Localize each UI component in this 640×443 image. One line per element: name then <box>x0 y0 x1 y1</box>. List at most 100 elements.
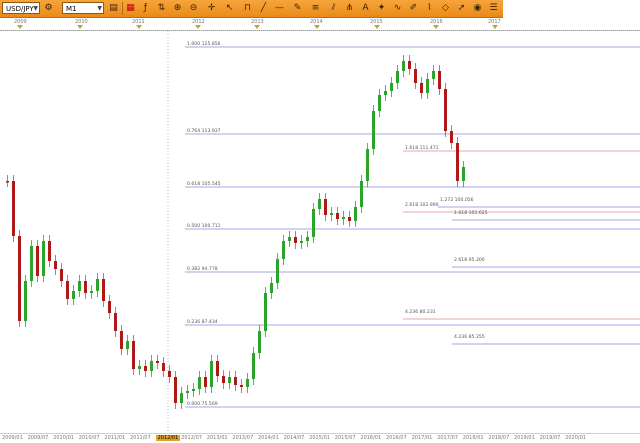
bar-style-icon[interactable]: ▤ <box>108 3 119 14</box>
candle <box>12 181 15 236</box>
candle <box>198 377 201 389</box>
candle <box>168 371 171 377</box>
fib-label: 4.236 85.355 <box>454 334 485 340</box>
settings-icon[interactable]: ✦ <box>376 3 387 14</box>
line-icon[interactable]: ╱ <box>258 3 269 14</box>
label-icon[interactable]: ✐ <box>408 3 419 14</box>
date-tick: 2011/01 <box>104 435 126 441</box>
date-tick: 2014/01 <box>258 435 279 441</box>
candle <box>348 217 351 221</box>
candle <box>156 361 159 363</box>
time-navigator[interactable]: 2009 2010 2011 2012 2013 2014 2015 2016 … <box>0 18 640 31</box>
zoom-in-icon[interactable]: ⊕ <box>172 3 183 14</box>
candle <box>324 199 327 215</box>
candle <box>216 361 219 376</box>
fib-icon[interactable]: ≡ <box>310 3 321 14</box>
timeframe-select[interactable]: M1 ▼ <box>62 2 104 14</box>
timeframe-label: M1 <box>66 5 77 13</box>
event-marker[interactable] <box>77 25 83 29</box>
candle <box>444 89 447 131</box>
date-tick: 2017/07 <box>437 435 458 441</box>
candle <box>138 366 141 369</box>
date-tick: 2019/07 <box>539 435 561 441</box>
fib-label: 4.236 80.231 <box>405 309 436 315</box>
date-tick: 2013/07 <box>232 435 254 441</box>
event-marker[interactable] <box>195 25 201 29</box>
candle <box>390 83 393 91</box>
candle <box>318 199 321 209</box>
candle <box>414 69 417 83</box>
candle <box>132 341 135 369</box>
indicator-icon[interactable]: ƒ <box>140 3 151 14</box>
candle <box>294 237 297 243</box>
candles <box>6 55 465 409</box>
candle <box>240 385 243 387</box>
date-tick: 2017/01 <box>411 435 433 441</box>
date-tick: 2016/01 <box>360 435 382 441</box>
shape-icon[interactable]: ◇ <box>440 3 451 14</box>
event-marker[interactable] <box>314 25 320 29</box>
candle <box>432 71 435 79</box>
price-chart[interactable]: 1.000 125.856 0.764 113.937 1.618 111.471 0… <box>0 31 640 433</box>
candle <box>96 279 99 291</box>
pitchfork-icon[interactable]: ⋔ <box>344 3 355 14</box>
magnet-icon[interactable]: ⊓ <box>242 3 253 14</box>
text-icon[interactable]: A <box>360 3 371 14</box>
event-marker[interactable] <box>374 25 380 29</box>
wave-icon[interactable]: ∿ <box>392 3 403 14</box>
date-tick: 2011/07 <box>130 435 151 441</box>
date-tick: 2020/01 <box>565 435 586 441</box>
fib-label: 1.000 125.856 <box>187 41 221 47</box>
date-tick: 2010/01 <box>53 435 74 441</box>
date-tick: 2014/07 <box>283 435 305 441</box>
candle <box>48 241 51 261</box>
date-tick: 2016/07 <box>386 435 407 441</box>
fib-label: 0.500 100.711 <box>187 223 221 229</box>
candle <box>114 313 117 331</box>
candle <box>192 389 195 391</box>
compare-icon[interactable]: ⇅ <box>156 3 167 14</box>
candle <box>312 209 315 237</box>
event-marker[interactable] <box>136 25 142 29</box>
candle <box>372 111 375 149</box>
menu-icon[interactable]: ☰ <box>488 3 499 14</box>
chart-type-icon[interactable]: ▦ <box>125 3 136 14</box>
candle <box>426 79 429 93</box>
crosshair-icon[interactable]: ✛ <box>206 3 217 14</box>
chevron-down-icon: ▼ <box>97 5 102 12</box>
toolbar: USD/JPY ▼ ⚙ M1 ▼ ▤ ▦ ƒ ⇅ ⊕ ⊖ ✛ ↖ ⊓ ╱ — ✎… <box>0 0 503 18</box>
candle <box>462 167 465 181</box>
candle <box>210 361 213 387</box>
event-marker[interactable] <box>492 25 498 29</box>
fib-label: 2.618 95.300 <box>454 257 485 263</box>
zoom-out-icon[interactable]: ⊖ <box>188 3 199 14</box>
candle <box>24 281 27 321</box>
fib-label: 2.618 102.890 <box>405 202 439 208</box>
candle <box>288 237 291 241</box>
candle <box>36 246 39 276</box>
candle <box>90 291 93 293</box>
cursor-icon[interactable]: ↖ <box>224 3 235 14</box>
order-icon[interactable]: ⚙ <box>43 3 54 14</box>
event-marker[interactable] <box>17 25 23 29</box>
candle <box>300 241 303 243</box>
brush-icon[interactable]: ⌇ <box>424 3 435 14</box>
candle <box>180 393 183 403</box>
symbol-label: USD/JPY <box>6 5 34 13</box>
event-marker[interactable] <box>254 25 260 29</box>
symbol-select[interactable]: USD/JPY ▼ <box>2 2 40 14</box>
toolbar-divider <box>122 2 123 15</box>
pencil-icon[interactable]: ✎ <box>292 3 303 14</box>
hline-icon[interactable]: — <box>274 3 285 14</box>
candle <box>264 293 267 331</box>
fib-label: 1.618 111.471 <box>405 145 439 151</box>
candle <box>336 213 339 219</box>
candle <box>408 61 411 69</box>
candle <box>258 331 261 353</box>
event-marker[interactable] <box>433 25 439 29</box>
channel-icon[interactable]: ⫽ <box>328 3 339 14</box>
arrow-icon[interactable]: ➚ <box>456 3 467 14</box>
date-tick: 2015/07 <box>334 435 356 441</box>
candle <box>42 241 45 276</box>
eye-icon[interactable]: ◉ <box>472 3 483 14</box>
